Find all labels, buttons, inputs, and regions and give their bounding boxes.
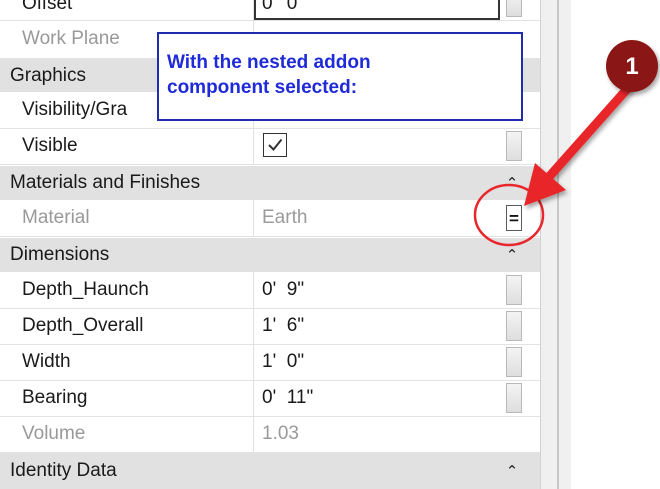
associate-family-parameter-button[interactable]: = — [506, 205, 522, 231]
property-label-depth-haunch: Depth_Haunch — [22, 279, 149, 300]
property-label-material: Material — [22, 207, 90, 228]
group-title-graphics: Graphics — [10, 64, 87, 86]
property-row-material[interactable]: Material Earth = — [0, 200, 540, 237]
property-label-width: Width — [22, 351, 71, 372]
column-divider — [253, 344, 254, 380]
associate-parameter-button[interactable] — [506, 311, 522, 341]
property-label-depth-overall: Depth_Overall — [22, 315, 144, 336]
property-value-depth-haunch[interactable]: 0' 9" — [262, 272, 304, 308]
property-label-offset: Offset — [22, 0, 73, 14]
visible-checkbox[interactable] — [263, 133, 287, 157]
column-divider — [253, 308, 254, 344]
associate-parameter-button[interactable] — [506, 131, 522, 161]
associate-parameter-button[interactable] — [506, 347, 522, 377]
scrollbar-track-line — [557, 0, 559, 489]
property-row-bearing[interactable]: Bearing 0' 11" — [0, 380, 540, 417]
property-value-width[interactable]: 1' 0" — [262, 344, 304, 380]
column-divider — [253, 128, 254, 164]
property-row-depth-haunch[interactable]: Depth_Haunch 0' 9" — [0, 272, 540, 309]
checkmark-icon — [268, 138, 283, 151]
column-divider — [253, 380, 254, 416]
column-divider — [253, 416, 254, 452]
property-value-offset: 0' 0" — [262, 0, 305, 14]
group-title-dimensions: Dimensions — [10, 244, 110, 265]
property-label-visible: Visible — [22, 135, 78, 156]
group-header-materials-finishes[interactable]: Materials and Finishes ⌃ — [0, 166, 540, 200]
property-label-visibility-overrides: Visibility/Gra — [22, 99, 128, 120]
property-row-volume: Volume 1.03 — [0, 416, 540, 453]
column-divider — [253, 200, 254, 236]
expand-chevron-icon[interactable]: ⌃ — [502, 453, 522, 489]
associate-parameter-button[interactable] — [506, 0, 522, 17]
property-label-volume: Volume — [22, 423, 86, 444]
associate-parameter-button[interactable] — [506, 383, 522, 413]
associate-parameter-button[interactable] — [506, 275, 522, 305]
panel-scrollbar[interactable] — [540, 0, 571, 489]
group-title-materials-finishes: Materials and Finishes — [10, 172, 201, 193]
property-value-volume: 1.03 — [262, 423, 299, 444]
callout-text-line-2: component selected: — [167, 77, 358, 98]
collapse-chevron-icon[interactable]: ⌃ — [502, 166, 522, 200]
column-divider — [253, 272, 254, 308]
callout-text-line-1: With the nested addon — [167, 52, 371, 73]
property-value-bearing[interactable]: 0' 11" — [262, 380, 313, 416]
group-header-dimensions[interactable]: Dimensions ⌃ — [0, 238, 540, 272]
property-row-visible[interactable]: Visible — [0, 128, 540, 165]
group-title-identity-data: Identity Data — [10, 460, 117, 481]
callout-annotation-box: With the nested addon component selected… — [157, 32, 523, 121]
property-label-work-plane: Work Plane — [22, 28, 120, 49]
property-row-width[interactable]: Width 1' 0" — [0, 344, 540, 381]
property-value-material: Earth — [262, 207, 308, 228]
property-row-depth-overall[interactable]: Depth_Overall 1' 6" — [0, 308, 540, 345]
collapse-chevron-icon[interactable]: ⌃ — [502, 238, 522, 272]
property-value-depth-overall[interactable]: 1' 6" — [262, 308, 304, 344]
property-row-offset[interactable]: Offset 0' 0" — [0, 0, 540, 21]
group-header-identity-data[interactable]: Identity Data ⌃ — [0, 453, 540, 489]
step-number-label: 1 — [625, 53, 639, 80]
property-label-bearing: Bearing — [22, 387, 88, 408]
